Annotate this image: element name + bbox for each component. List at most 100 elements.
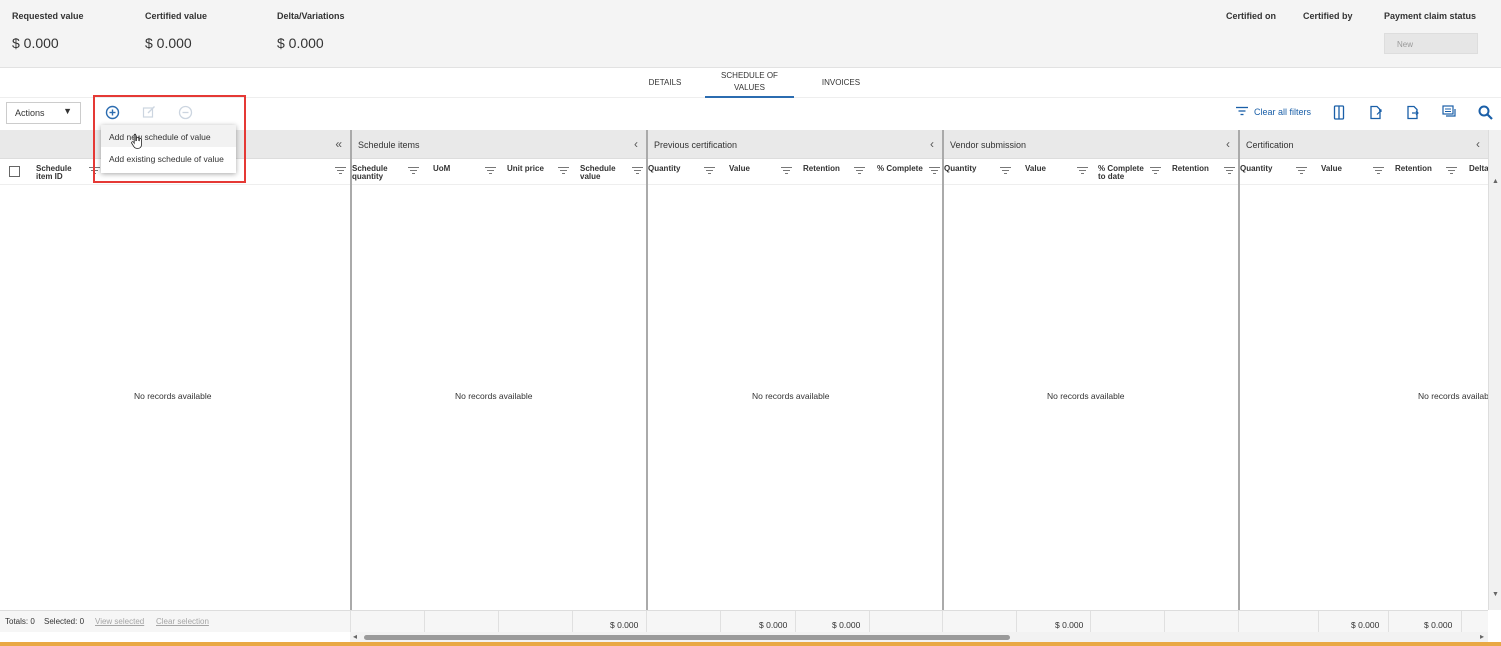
scroll-down-icon[interactable]: ▼ [1492, 591, 1499, 598]
tab-details[interactable]: DETAILS [640, 68, 690, 98]
filter-lines-icon [1236, 106, 1248, 118]
comments-icon[interactable] [1441, 104, 1457, 120]
chevron-left-icon[interactable]: ‹ [634, 137, 638, 151]
app-window: { "summary": { "requested": {"label": "R… [0, 0, 1501, 646]
tab-invoices[interactable]: INVOICES [814, 68, 868, 98]
requested-value-label: Requested value [12, 11, 84, 21]
clear-all-filters-label: Clear all filters [1254, 107, 1312, 117]
column-header-row: Schedule quantity UoM Unit price Schedul… [352, 159, 646, 185]
scroll-up-icon[interactable]: ▲ [1492, 178, 1499, 185]
footer-divider [1164, 611, 1165, 633]
col-retention[interactable]: Retention [1395, 165, 1432, 173]
footer-divider [1238, 611, 1239, 633]
actions-label: Actions [15, 108, 45, 118]
col-quantity[interactable]: Quantity [648, 165, 680, 173]
select-all-checkbox[interactable] [9, 166, 20, 177]
columns-icon[interactable] [1331, 104, 1347, 120]
panel-previous-certification: Previous certification ‹ Quantity Value … [646, 130, 942, 610]
filter-icon[interactable] [781, 167, 792, 176]
col-value[interactable]: Value [1025, 165, 1046, 173]
footer-divider [942, 611, 943, 633]
empty-message: No records available [1418, 391, 1488, 401]
certified-value-label: Certified value [145, 11, 208, 21]
filter-icon[interactable] [854, 167, 865, 176]
col-retention[interactable]: Retention [1172, 165, 1209, 173]
previous-retention-total: $ 0.000 [832, 620, 861, 630]
col-schedule-quantity[interactable]: Schedule quantity [352, 165, 388, 181]
panel-header-certification: Certification ‹ [1240, 130, 1488, 159]
col-value[interactable]: Value [1321, 165, 1342, 173]
filter-icon[interactable] [1150, 167, 1161, 176]
annotation-highlight-box [93, 95, 246, 183]
hand-cursor-icon [131, 133, 143, 154]
col-percent-complete-to-date[interactable]: % Complete to date [1098, 165, 1144, 181]
clear-all-filters-button[interactable]: Clear all filters [1236, 106, 1311, 118]
totals-count: Totals: 0 [5, 617, 35, 626]
col-value[interactable]: Value [729, 165, 750, 173]
scroll-right-icon[interactable]: ▸ [1480, 632, 1484, 641]
certified-by-label: Certified by [1303, 11, 1353, 21]
footer-divider [1090, 611, 1091, 633]
filter-icon[interactable] [704, 167, 715, 176]
vendor-value-total: $ 0.000 [1055, 620, 1084, 630]
certified-on-label: Certified on [1226, 11, 1277, 21]
panel-title: Certification [1246, 140, 1294, 150]
chevron-left-icon[interactable]: ‹ [930, 137, 934, 151]
filter-icon[interactable] [335, 167, 346, 176]
export-alt-icon[interactable] [1405, 104, 1421, 120]
filter-icon[interactable] [1224, 167, 1235, 176]
view-selected-link[interactable]: View selected [95, 617, 144, 626]
filter-icon[interactable] [632, 167, 643, 176]
panel-vendor-submission: Vendor submission ‹ Quantity Value % Com… [942, 130, 1238, 610]
col-schedule-value[interactable]: Schedule value [580, 165, 616, 181]
chevron-left-icon[interactable]: ‹ [1476, 137, 1480, 151]
filter-icon[interactable] [1296, 167, 1307, 176]
filter-icon[interactable] [1000, 167, 1011, 176]
actions-dropdown[interactable]: Actions ▼ [6, 102, 81, 124]
filter-icon[interactable] [1373, 167, 1384, 176]
filter-icon[interactable] [485, 167, 496, 176]
col-quantity[interactable]: Quantity [944, 165, 976, 173]
col-unit-price[interactable]: Unit price [507, 165, 544, 173]
col-percent-complete[interactable]: % Complete [877, 165, 923, 173]
panel-header-previous-certification: Previous certification ‹ [648, 130, 942, 159]
column-header-row: Quantity Value Retention % Complete [648, 159, 942, 185]
certified-on-block: Certified on [1226, 11, 1276, 21]
clear-selection-link[interactable]: Clear selection [156, 617, 209, 626]
footer-divider [572, 611, 573, 633]
filter-icon[interactable] [1446, 167, 1457, 176]
panel-certification: Certification ‹ Quantity Value Retention… [1238, 130, 1488, 610]
scroll-left-icon[interactable]: ◂ [353, 632, 357, 641]
export-icon[interactable] [1368, 104, 1384, 120]
delta-variations-block: Delta/Variations $ 0.000 [277, 11, 345, 51]
certification-value-total: $ 0.000 [1351, 620, 1380, 630]
delta-variations-label: Delta/Variations [277, 11, 345, 21]
payment-claim-status-block: Payment claim status [1384, 11, 1476, 21]
filter-icon[interactable] [408, 167, 419, 176]
certified-by-block: Certified by [1303, 11, 1353, 21]
chevron-left-icon[interactable]: ‹ [1226, 137, 1230, 151]
footer-divider [795, 611, 796, 633]
col-quantity[interactable]: Quantity [1240, 165, 1272, 173]
vertical-scrollbar[interactable]: ▲ ▼ [1488, 130, 1501, 610]
search-icon[interactable] [1477, 104, 1493, 120]
empty-message: No records available [455, 391, 533, 401]
col-schedule-item-id[interactable]: Schedule item ID [36, 165, 72, 181]
horizontal-scrollbar[interactable]: ◂ ▸ [350, 632, 1488, 642]
footer-divider [498, 611, 499, 633]
double-chevron-left-icon[interactable]: « [335, 137, 342, 151]
filter-icon[interactable] [1077, 167, 1088, 176]
col-retention[interactable]: Retention [803, 165, 840, 173]
col-uom[interactable]: UoM [433, 165, 450, 173]
panel-title: Schedule items [358, 140, 420, 150]
col-delta[interactable]: Delta [1469, 165, 1488, 173]
schedule-value-total: $ 0.000 [610, 620, 639, 630]
horizontal-scroll-thumb[interactable] [364, 635, 1010, 640]
filter-icon[interactable] [929, 167, 940, 176]
filter-icon[interactable] [558, 167, 569, 176]
requested-value: $ 0.000 [12, 35, 59, 51]
footer-divider [424, 611, 425, 633]
tab-schedule-of-values[interactable]: SCHEDULE OF VALUES [705, 68, 794, 98]
column-header-row: Quantity Value % Complete to date Retent… [944, 159, 1238, 185]
footer-divider [1016, 611, 1017, 633]
